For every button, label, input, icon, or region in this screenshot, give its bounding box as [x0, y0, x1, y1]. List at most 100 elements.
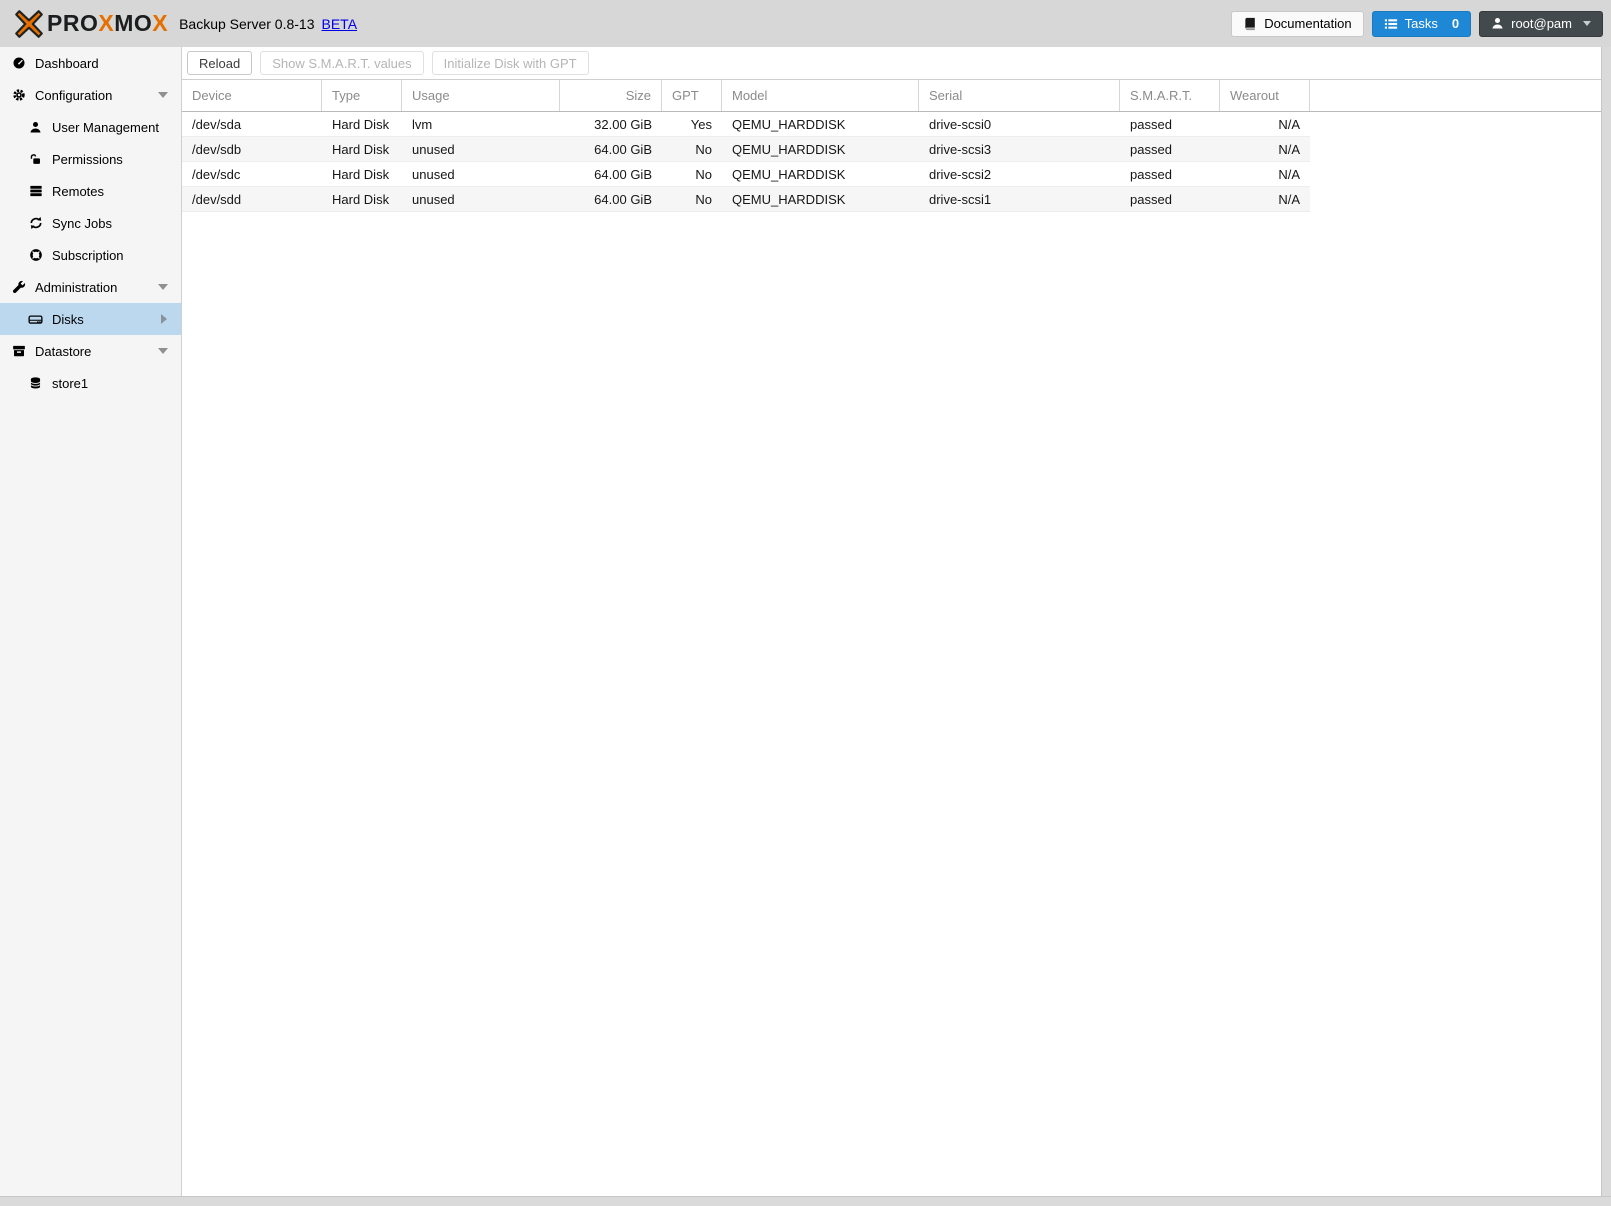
logo-letter: MO	[114, 10, 153, 36]
column-header-usage[interactable]: Usage	[402, 80, 560, 111]
cell-s-m-a-r-t: passed	[1130, 191, 1172, 207]
reload-button[interactable]: Reload	[187, 51, 253, 75]
dashboard-icon	[10, 56, 27, 70]
sidebar-item-datastore[interactable]: Datastore	[0, 335, 181, 367]
tasks-count-badge: 0	[1451, 16, 1460, 31]
table-row-dev-sdb[interactable]: /dev/sdb Hard Disk unused 64.00 GiB No QEMU_H…	[182, 137, 1310, 162]
caret-down-icon[interactable]	[158, 92, 168, 98]
column-header-device[interactable]: Device	[182, 80, 322, 111]
cell-size: 64.00 GiB	[594, 191, 652, 207]
cell-serial: drive-scsi2	[929, 166, 992, 182]
caret-down-icon[interactable]	[158, 284, 168, 290]
column-header-serial[interactable]: Serial	[919, 80, 1120, 111]
sidebar-item-label: Sync Jobs	[52, 215, 112, 231]
cell-model: QEMU_HARDDISK	[732, 141, 846, 157]
sidebar-item-dashboard[interactable]: Dashboard	[0, 47, 181, 79]
database-icon	[27, 376, 44, 390]
sidebar-item-user-management[interactable]: User Management	[0, 111, 181, 143]
cell-model: QEMU_HARDDISK	[732, 166, 846, 182]
table-body: /dev/sda Hard Disk lvm 32.00 GiB Yes QEMU_HAR…	[182, 112, 1601, 212]
sidebar-item-store1[interactable]: store1	[0, 367, 181, 399]
server-icon	[27, 184, 44, 198]
beta-link[interactable]: BETA	[322, 16, 358, 32]
sidebar-item-label: Dashboard	[35, 55, 99, 71]
cell-s-m-a-r-t: passed	[1130, 166, 1172, 182]
cell-gpt: Yes	[690, 116, 712, 132]
sidebar-item-label: Configuration	[35, 87, 113, 103]
sidebar-nav: Dashboard Configuration User Management Per…	[0, 47, 182, 1196]
cell-gpt: No	[695, 191, 712, 207]
proxmox-x-logo-icon	[14, 9, 44, 39]
cell-gpt: No	[695, 141, 712, 157]
user-label: root@pam	[1511, 16, 1572, 31]
cell-size: 64.00 GiB	[594, 141, 652, 157]
initialize-disk-with-gpt-button[interactable]: Initialize Disk with GPT	[431, 51, 589, 75]
life-ring-icon	[27, 248, 44, 262]
cell-device: /dev/sda	[192, 116, 242, 132]
cell-wearout: N/A	[1278, 166, 1300, 182]
hard-disk-icon	[27, 312, 44, 327]
user-icon	[27, 121, 44, 134]
sidebar-item-sync-jobs[interactable]: Sync Jobs	[0, 207, 181, 239]
sidebar-item-remotes[interactable]: Remotes	[0, 175, 181, 207]
horizontal-scrollbar[interactable]	[0, 1196, 1611, 1206]
cell-model: QEMU_HARDDISK	[732, 191, 846, 207]
cell-type: Hard Disk	[332, 191, 390, 207]
sidebar-item-administration[interactable]: Administration	[0, 271, 181, 303]
table-row-dev-sdc[interactable]: /dev/sdc Hard Disk unused 64.00 GiB No QEMU_H…	[182, 162, 1310, 187]
sidebar-item-configuration[interactable]: Configuration	[0, 79, 181, 111]
proxmox-logo: PROXMOX	[14, 9, 168, 39]
sidebar-item-label: Administration	[35, 279, 118, 295]
caret-down-icon[interactable]	[158, 348, 168, 354]
cell-serial: drive-scsi0	[929, 116, 992, 132]
cell-device: /dev/sdb	[192, 141, 242, 157]
cell-usage: lvm	[412, 116, 433, 132]
wrench-icon	[10, 280, 27, 294]
sidebar-item-label: Remotes	[52, 183, 105, 199]
cell-device: /dev/sdd	[192, 191, 242, 207]
cell-type: Hard Disk	[332, 116, 390, 132]
column-header-wearout[interactable]: Wearout	[1220, 80, 1310, 111]
tasks-button[interactable]: Tasks 0	[1371, 10, 1472, 37]
vertical-scrollbar[interactable]	[1601, 47, 1611, 1196]
cell-wearout: N/A	[1278, 191, 1300, 207]
column-header-size[interactable]: Size	[560, 80, 662, 111]
cell-size: 32.00 GiB	[594, 116, 652, 132]
column-header-s-m-a-r-t[interactable]: S.M.A.R.T.	[1120, 80, 1220, 111]
tasks-label: Tasks	[1404, 16, 1438, 31]
unlock-icon	[27, 153, 44, 166]
cell-s-m-a-r-t: passed	[1130, 116, 1172, 132]
logo-letter: X	[98, 10, 115, 36]
toolbar: Reload Show S.M.A.R.T. values Initialize D…	[182, 47, 1601, 80]
column-header-filler	[1310, 80, 1601, 111]
sidebar-item-label: User Management	[52, 119, 159, 135]
show-s-m-a-r-t-values-button[interactable]: Show S.M.A.R.T. values	[260, 51, 424, 75]
cell-size: 64.00 GiB	[594, 166, 652, 182]
sidebar-item-label: Disks	[52, 311, 84, 327]
cell-usage: unused	[412, 166, 455, 182]
cell-usage: unused	[412, 191, 455, 207]
app-header: PROXMOX Backup Server 0.8-13 BETA Docume…	[0, 0, 1611, 47]
chevron-right-icon	[161, 314, 167, 324]
cell-wearout: N/A	[1278, 116, 1300, 132]
table-row-dev-sda[interactable]: /dev/sda Hard Disk lvm 32.00 GiB Yes QEMU_HAR…	[182, 112, 1310, 137]
sidebar-item-permissions[interactable]: Permissions	[0, 143, 181, 175]
cell-device: /dev/sdc	[192, 166, 241, 182]
column-header-gpt[interactable]: GPT	[662, 80, 722, 111]
cell-serial: drive-scsi1	[929, 191, 992, 207]
sidebar-item-subscription[interactable]: Subscription	[0, 239, 181, 271]
cell-serial: drive-scsi3	[929, 141, 992, 157]
logo-letter: PRO	[47, 10, 99, 36]
logo-wordmark: PROXMOX	[47, 10, 168, 37]
cell-s-m-a-r-t: passed	[1130, 141, 1172, 157]
documentation-label: Documentation	[1264, 16, 1352, 31]
page-title: Backup Server 0.8-13	[179, 15, 315, 32]
table-row-dev-sdd[interactable]: /dev/sdd Hard Disk unused 64.00 GiB No QEMU_H…	[182, 187, 1310, 212]
cell-gpt: No	[695, 166, 712, 182]
column-header-type[interactable]: Type	[322, 80, 402, 111]
cell-usage: unused	[412, 141, 455, 157]
documentation-button[interactable]: Documentation	[1231, 10, 1364, 37]
column-header-model[interactable]: Model	[722, 80, 919, 111]
user-menu-button[interactable]: root@pam	[1479, 10, 1603, 37]
sidebar-item-disks[interactable]: Disks	[0, 303, 181, 335]
